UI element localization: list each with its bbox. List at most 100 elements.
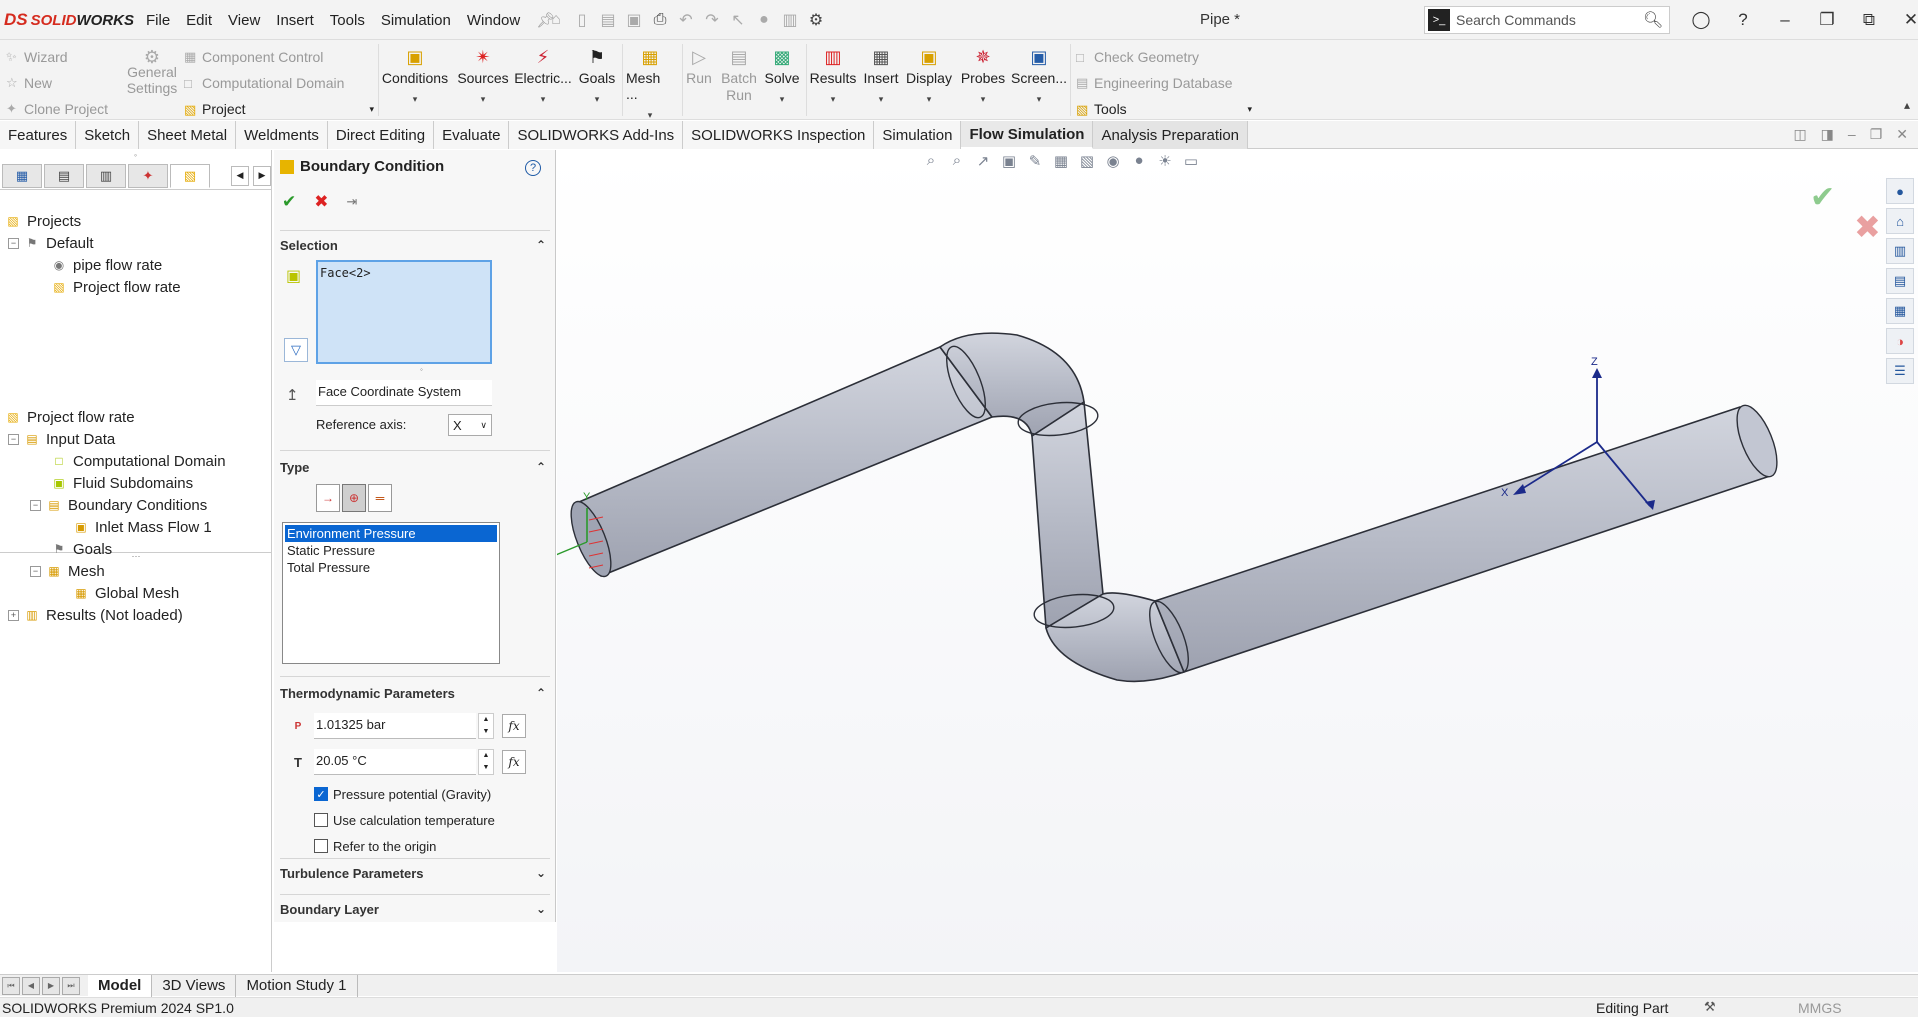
design-library-icon[interactable]: ▥ xyxy=(1886,238,1914,264)
probes-button[interactable]: ✵︎ Probes ▾ xyxy=(958,44,1008,105)
tree-boundary-conditions[interactable]: − ▤ Boundary Conditions xyxy=(30,494,207,516)
tab-weldments[interactable]: Weldments xyxy=(236,121,328,149)
tab-sheet-metal[interactable]: Sheet Metal xyxy=(139,121,237,149)
engineering-database-button[interactable]: ▤ Engineering Database xyxy=(1076,70,1252,96)
open-icon[interactable]: ▤ xyxy=(597,10,619,30)
search-icon[interactable]: 🔍︎ xyxy=(1643,10,1669,30)
keep-visible-pin-icon[interactable]: ⇥ xyxy=(347,194,358,210)
undo-icon[interactable]: ↶ xyxy=(675,10,697,30)
tab-direct-editing[interactable]: Direct Editing xyxy=(327,121,435,149)
mesh-button[interactable]: ▦ Mesh ... ▾ xyxy=(626,44,674,121)
dimxpert-tab-icon[interactable]: ✦ xyxy=(128,163,168,188)
pressure-input[interactable]: 1.01325 bar xyxy=(314,713,476,739)
selection-filter-icon[interactable]: ▽ xyxy=(284,338,308,362)
tree-item-project-flow-rate[interactable]: ▧ Project flow rate xyxy=(50,276,180,298)
component-control-button[interactable]: ▦ Component Control xyxy=(184,44,374,70)
tree-global-mesh[interactable]: ▦ Global Mesh xyxy=(72,582,179,604)
close-button[interactable]: ✕ xyxy=(1890,10,1918,30)
tab-3d-views[interactable]: 3D Views xyxy=(152,974,237,997)
menu-file[interactable]: File xyxy=(138,12,178,29)
doc-minimize-icon[interactable]: – xyxy=(1848,126,1856,143)
wizard-button[interactable]: ✨︎ Wizard xyxy=(6,44,108,70)
home-icon[interactable]: ⌂ xyxy=(545,11,567,29)
ok-check-icon[interactable]: ✔ xyxy=(282,192,296,212)
help-icon[interactable]: ? xyxy=(525,160,541,176)
dynamic-annotation-icon[interactable]: ✎ xyxy=(1024,152,1046,170)
gravity-checkbox-row[interactable]: ✓ Pressure potential (Gravity) xyxy=(314,784,491,804)
insert-button[interactable]: ▦ Insert ▾ xyxy=(862,44,900,105)
project-dropdown[interactable]: ▧ Project ▾ xyxy=(184,96,374,122)
pressure-function-icon[interactable]: fx xyxy=(502,714,526,738)
prev-tab-icon[interactable]: ◀ xyxy=(22,976,40,995)
apply-scene-icon[interactable]: ☀︎ xyxy=(1154,152,1176,170)
next-tab-icon[interactable]: ▶ xyxy=(42,976,60,995)
solidworks-resources-icon[interactable]: ● xyxy=(1886,178,1914,204)
property-manager-tab-icon[interactable]: ▤ xyxy=(44,163,84,188)
tab-evaluate[interactable]: Evaluate xyxy=(434,121,510,149)
view-settings-icon[interactable]: ▭ xyxy=(1180,152,1202,170)
zoom-to-fit-icon[interactable]: ⌕ xyxy=(920,152,942,170)
collapse-icon[interactable]: − xyxy=(8,433,19,445)
section-view-icon[interactable]: ▣ xyxy=(998,152,1020,170)
thermodynamic-section-header[interactable]: Thermodynamic Parameters ⌃ xyxy=(280,682,550,704)
tab-sketch[interactable]: Sketch xyxy=(76,121,140,149)
turbulence-section-header[interactable]: Turbulence Parameters ⌄ xyxy=(280,862,550,884)
temperature-input[interactable]: 20.05 °C xyxy=(314,749,476,775)
computational-domain-button[interactable]: □ Computational Domain xyxy=(184,70,374,96)
origin-checkbox-row[interactable]: Refer to the origin xyxy=(314,836,436,856)
selection-section-header[interactable]: Selection ⌃ xyxy=(280,234,550,256)
tab-simulation[interactable]: Simulation xyxy=(874,121,962,149)
tree-item-pipe-flow-rate[interactable]: ◉ pipe flow rate xyxy=(50,254,162,276)
tab-motion-study-1[interactable]: Motion Study 1 xyxy=(236,974,358,997)
first-tab-icon[interactable]: ⏮ xyxy=(2,976,20,995)
new-document-icon[interactable]: ▯ xyxy=(571,10,593,30)
gravity-checkbox[interactable]: ✓ xyxy=(314,787,328,801)
tab-solidworks-add-ins[interactable]: SOLIDWORKS Add-Ins xyxy=(509,121,684,149)
tree-results[interactable]: + ▥ Results (Not loaded) xyxy=(8,604,183,626)
run-button[interactable]: ▷ Run xyxy=(686,44,712,87)
tree-inlet-mass-flow[interactable]: ▣ Inlet Mass Flow 1 xyxy=(72,516,211,538)
tab-scroll-left-icon[interactable]: ◀ xyxy=(231,165,249,186)
conditions-button[interactable]: ▣ Conditions ▾ xyxy=(382,44,448,105)
type-option-static-pressure[interactable]: Static Pressure xyxy=(285,542,497,559)
flow-analysis-tab-icon[interactable]: ▧ xyxy=(170,163,210,188)
menu-window[interactable]: Window xyxy=(459,12,528,29)
last-tab-icon[interactable]: ⏭ xyxy=(62,976,80,995)
feature-manager-tab-icon[interactable]: ▦ xyxy=(2,163,42,188)
save-icon[interactable]: ▣ xyxy=(623,10,645,30)
previous-view-icon[interactable]: ↗ xyxy=(972,152,994,170)
tab-flow-simulation[interactable]: Flow Simulation xyxy=(961,121,1094,149)
reference-axis-select[interactable]: X ∨ xyxy=(448,414,492,436)
custom-properties-icon[interactable]: ☰ xyxy=(1886,358,1914,384)
confirm-cancel-x-icon[interactable]: ✖ xyxy=(1854,208,1881,246)
temperature-spinner[interactable]: ▲ ▼ xyxy=(478,749,494,775)
expand-icon[interactable]: + xyxy=(8,609,19,621)
calc-temp-checkbox-row[interactable]: Use calculation temperature xyxy=(314,810,495,830)
solidworks-logo[interactable]: DS SOLID WORKS xyxy=(4,9,134,31)
tile-right-icon[interactable]: ◨ xyxy=(1821,126,1834,143)
minimize-button[interactable]: – xyxy=(1764,10,1806,30)
check-geometry-button[interactable]: □ Check Geometry xyxy=(1076,44,1252,70)
wall-icon[interactable]: ═ xyxy=(368,484,392,512)
confirm-ok-check-icon[interactable]: ✔ xyxy=(1810,180,1835,215)
help-icon[interactable]: ? xyxy=(1722,10,1764,30)
menu-tools[interactable]: Tools xyxy=(322,12,373,29)
configuration-manager-tab-icon[interactable]: ▥ xyxy=(86,163,126,188)
menu-edit[interactable]: Edit xyxy=(178,12,220,29)
select-icon[interactable]: ↖ xyxy=(727,10,749,30)
doc-close-icon[interactable]: ✕ xyxy=(1896,126,1908,143)
coordinate-system-field[interactable]: Face Coordinate System xyxy=(316,380,492,406)
rebuild-icon[interactable]: ● xyxy=(753,11,775,29)
tree-fluid-subdomains[interactable]: ▣ Fluid Subdomains xyxy=(50,472,193,494)
tools-dropdown[interactable]: ▧ Tools ▾ xyxy=(1076,96,1252,122)
pipe-model[interactable]: Y Z X xyxy=(557,150,1918,972)
display-button[interactable]: ▣ Display ▾ xyxy=(904,44,954,105)
batch-run-button[interactable]: ▤ Batch Run xyxy=(718,44,760,104)
restore-button[interactable]: ❐ xyxy=(1806,10,1848,30)
search-input[interactable]: Search Commands xyxy=(1456,12,1643,28)
menu-insert[interactable]: Insert xyxy=(268,12,322,29)
tab-scroll-right-icon[interactable]: ▶ xyxy=(253,165,271,186)
calc-temp-checkbox[interactable] xyxy=(314,813,328,827)
file-explorer-icon[interactable]: ▤ xyxy=(1886,268,1914,294)
selection-list[interactable]: Face<2> xyxy=(316,260,492,364)
